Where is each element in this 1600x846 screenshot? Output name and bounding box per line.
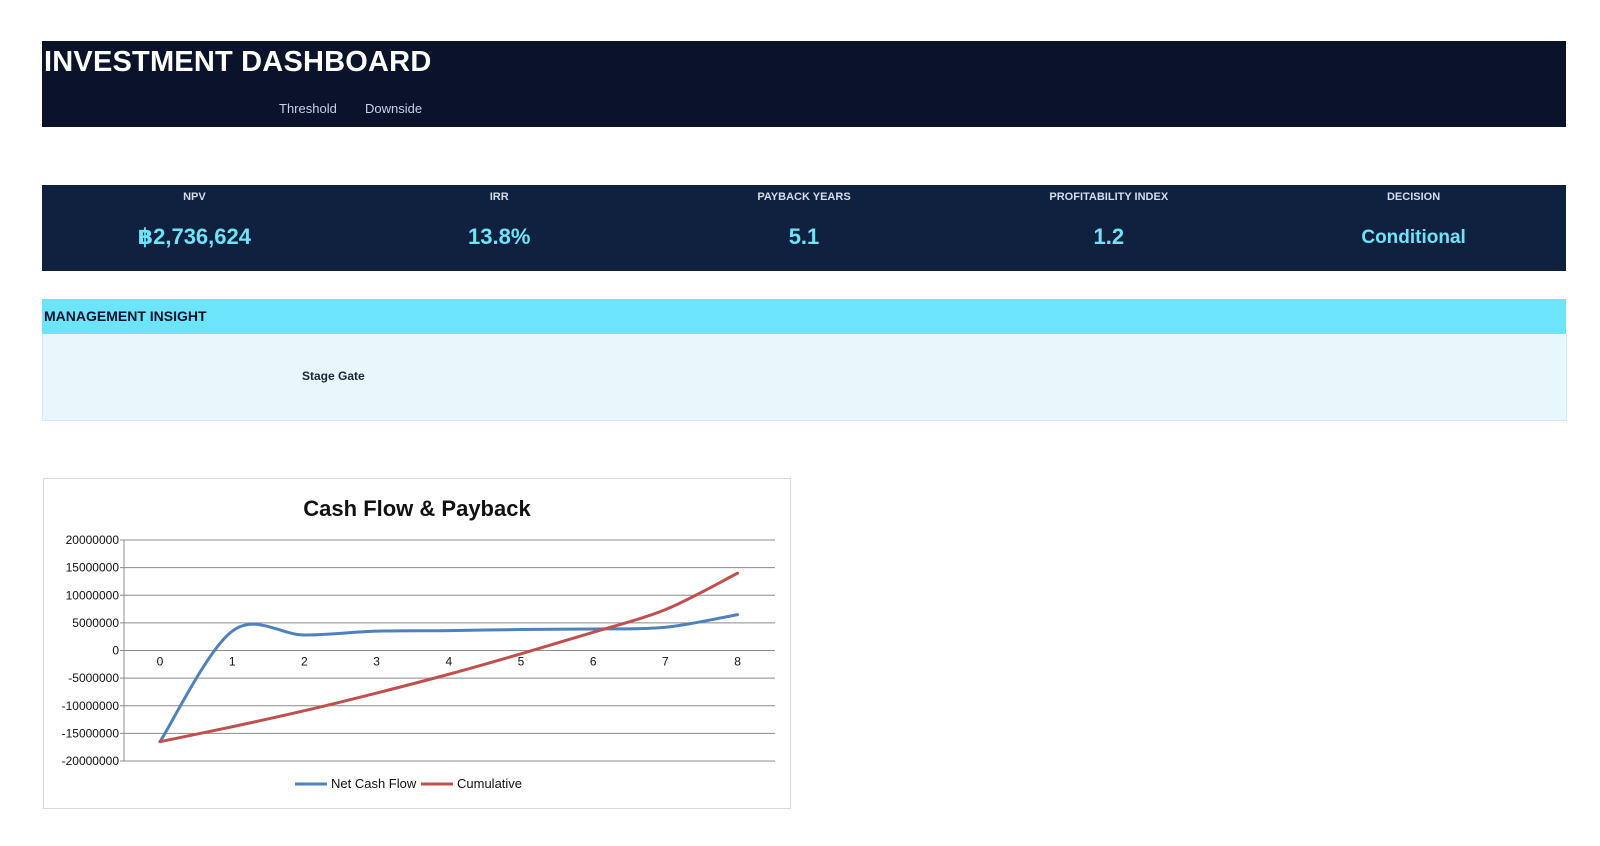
x-tick-label: 0 xyxy=(157,655,164,669)
x-tick-label: 3 xyxy=(373,655,380,669)
insight-title: MANAGEMENT INSIGHT xyxy=(44,308,207,324)
kpi-band: NPV ฿2,736,624 IRR 13.8% PAYBACK YEARS 5… xyxy=(42,185,1566,271)
threshold-link[interactable]: Threshold xyxy=(279,101,337,116)
kpi-npv: NPV ฿2,736,624 xyxy=(42,185,347,271)
y-tick-label: 20000000 xyxy=(66,533,120,547)
y-tick-label: 0 xyxy=(112,644,119,658)
kpi-label: DECISION xyxy=(1386,191,1441,203)
kpi-value: 13.8% xyxy=(468,224,531,249)
y-tick-label: -5000000 xyxy=(68,671,119,685)
cash-flow-chart[interactable]: Cash Flow & Payback 20000000 15000000 10000… xyxy=(43,478,791,809)
kpi-value: 5.1 xyxy=(788,224,820,249)
x-tick-label: 1 xyxy=(229,655,236,669)
kpi-label: PROFITABILITY INDEX xyxy=(1049,191,1169,203)
kpi-value: 1.2 xyxy=(1093,224,1125,249)
kpi-decision: DECISION Conditional xyxy=(1261,185,1566,271)
insight-text: Stage Gate xyxy=(302,369,365,383)
insight-body: Stage Gate xyxy=(42,334,1567,421)
x-tick-label: 5 xyxy=(518,655,525,669)
x-tick-label: 4 xyxy=(445,655,452,669)
y-tick-label: -20000000 xyxy=(62,754,120,768)
legend-label: Cumulative xyxy=(457,776,522,791)
x-tick-label: 6 xyxy=(590,655,597,669)
dashboard-header: INVESTMENT DASHBOARD Threshold Downside xyxy=(42,41,1566,127)
kpi-label: PAYBACK YEARS xyxy=(757,191,851,203)
x-tick-label: 2 xyxy=(301,655,308,669)
y-tick-label: -10000000 xyxy=(62,699,120,713)
downside-link[interactable]: Downside xyxy=(365,101,422,116)
kpi-value: Conditional xyxy=(1361,227,1466,248)
y-tick-label: 10000000 xyxy=(66,588,120,602)
kpi-value: ฿2,736,624 xyxy=(137,224,251,249)
kpi-irr: IRR 13.8% xyxy=(347,185,652,271)
y-tick-label: 5000000 xyxy=(72,616,119,630)
chart-svg: Cash Flow & Payback200000001500000010000… xyxy=(62,496,775,791)
y-tick-label: -15000000 xyxy=(62,726,120,740)
insight-header: MANAGEMENT INSIGHT xyxy=(42,299,1566,334)
x-tick-label: 7 xyxy=(662,655,669,669)
x-tick-label: 8 xyxy=(734,655,741,669)
page-title: INVESTMENT DASHBOARD xyxy=(44,46,432,78)
chart-title: Cash Flow & Payback xyxy=(303,496,531,521)
kpi-label: NPV xyxy=(183,191,206,203)
legend-label: Net Cash Flow xyxy=(331,776,417,791)
kpi-payback-years: PAYBACK YEARS 5.1 xyxy=(652,185,957,271)
y-tick-label: 15000000 xyxy=(66,561,120,575)
kpi-profitability-index: PROFITABILITY INDEX 1.2 xyxy=(956,185,1261,271)
kpi-label: IRR xyxy=(489,191,509,203)
